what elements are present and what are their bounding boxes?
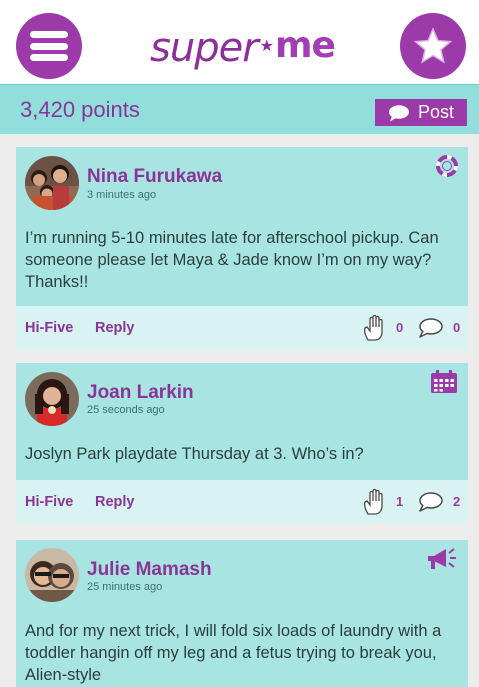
comment-icon[interactable] bbox=[418, 491, 444, 518]
points-bar: 3,420 points Post bbox=[0, 84, 479, 134]
hamburger-menu-icon bbox=[30, 31, 68, 61]
post-body: And for my next trick, I will fold six l… bbox=[25, 622, 442, 684]
favorites-button[interactable] bbox=[400, 13, 466, 79]
reply-link[interactable]: Reply bbox=[95, 320, 135, 336]
post-timestamp: 3 minutes ago bbox=[87, 189, 157, 201]
reply-count: 0 bbox=[453, 320, 461, 335]
star-icon bbox=[413, 27, 453, 64]
post-timestamp: 25 minutes ago bbox=[87, 581, 163, 593]
post-timestamp: 25 seconds ago bbox=[87, 404, 165, 416]
feed-post[interactable]: Julie Mamash 25 minutes ago And for my n… bbox=[16, 540, 468, 687]
lifebuoy-icon bbox=[436, 155, 458, 182]
app-screen: super ★ me 3,420 points Post Nina Furuka… bbox=[0, 0, 479, 687]
app-header: super ★ me bbox=[0, 0, 479, 84]
post-author[interactable]: Julie Mamash bbox=[87, 559, 212, 581]
post-body: I’m running 5-10 minutes late for afters… bbox=[25, 229, 439, 291]
hifive-link[interactable]: Hi-Five bbox=[25, 494, 73, 510]
avatar[interactable] bbox=[25, 372, 79, 426]
logo-me-text: me bbox=[274, 24, 336, 66]
post-action-bar: Hi-Five Reply 1 2 bbox=[16, 480, 468, 524]
superme-logo: super ★ me bbox=[150, 22, 336, 74]
feed-post[interactable]: Joan Larkin 25 seconds ago Joslyn Park p… bbox=[16, 363, 468, 524]
comment-icon[interactable] bbox=[418, 317, 444, 344]
logo-star-glyph: ★ bbox=[259, 38, 274, 55]
hifive-count: 0 bbox=[396, 320, 404, 335]
calendar-icon bbox=[430, 370, 458, 399]
points-total: 3,420 points bbox=[20, 97, 140, 122]
hifive-link[interactable]: Hi-Five bbox=[25, 320, 73, 336]
reply-link[interactable]: Reply bbox=[95, 494, 135, 510]
post-button[interactable]: Post bbox=[375, 99, 467, 126]
menu-button[interactable] bbox=[16, 13, 82, 79]
post-body: Joslyn Park playdate Thursday at 3. Who’… bbox=[25, 445, 364, 463]
post-author[interactable]: Nina Furukawa bbox=[87, 166, 222, 188]
avatar-photo bbox=[25, 548, 79, 602]
hand-icon[interactable] bbox=[362, 314, 388, 347]
avatar[interactable] bbox=[25, 156, 79, 210]
post-action-bar: Hi-Five Reply 0 0 bbox=[16, 306, 468, 350]
post-button-label: Post bbox=[417, 102, 455, 122]
avatar-photo bbox=[25, 372, 79, 426]
post-author[interactable]: Joan Larkin bbox=[87, 382, 194, 404]
feed-post[interactable]: Nina Furukawa 3 minutes ago I’m running … bbox=[16, 147, 468, 350]
hifive-count: 1 bbox=[396, 494, 404, 509]
reply-count: 2 bbox=[453, 494, 461, 509]
logo-super-text: super bbox=[150, 25, 259, 71]
hand-icon[interactable] bbox=[362, 488, 388, 521]
megaphone-icon bbox=[426, 546, 458, 577]
speech-bubble-icon bbox=[388, 104, 409, 121]
avatar[interactable] bbox=[25, 548, 79, 602]
avatar-photo bbox=[25, 156, 79, 210]
